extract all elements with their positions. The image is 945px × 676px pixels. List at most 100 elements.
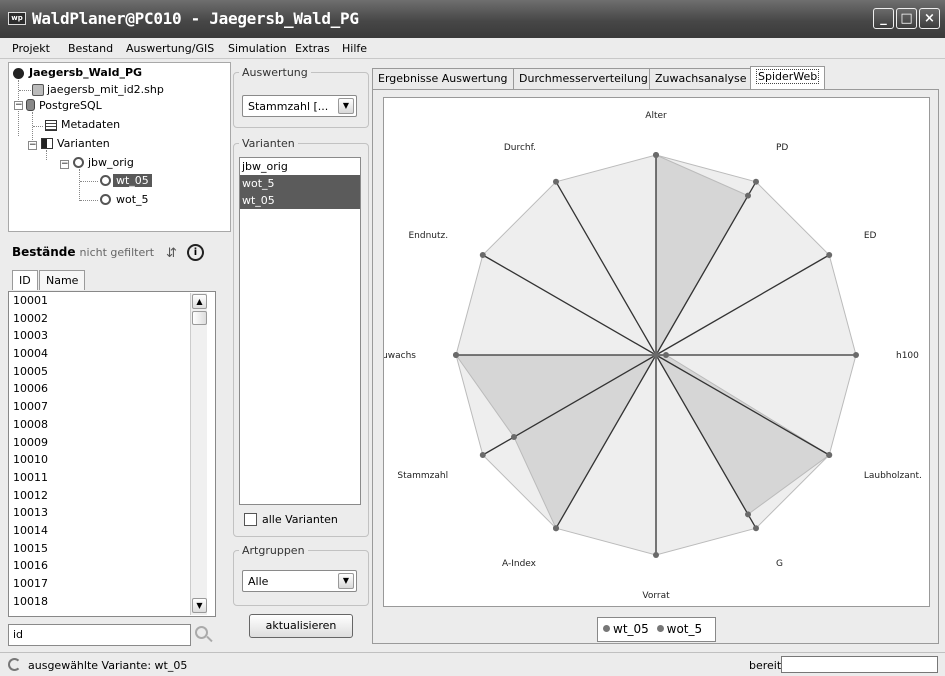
tree-variant-wt05[interactable]: wt_05 bbox=[113, 174, 152, 187]
auswertung-label: Auswertung bbox=[239, 66, 311, 79]
axis-label: Zuwachs bbox=[384, 351, 416, 361]
filter-status: nicht gefiltert bbox=[79, 246, 155, 259]
bestand-id-row[interactable]: 10017 bbox=[9, 575, 215, 593]
axis-label: Laubholzant. bbox=[864, 471, 922, 481]
spider-chart: Alter PD ED h100 Laubholzant. G Vorrat A-Index S… bbox=[376, 97, 930, 607]
bestand-id-row[interactable]: 10009 bbox=[9, 434, 215, 452]
tree-postgres[interactable]: PostgreSQL bbox=[39, 99, 102, 112]
menu-hilfe[interactable]: Hilfe bbox=[342, 42, 367, 55]
point-wot_5-G bbox=[753, 525, 759, 532]
bestand-id-row[interactable]: 10008 bbox=[9, 416, 215, 434]
axis-label: Vorrat bbox=[642, 591, 670, 601]
close-button[interactable]: × bbox=[919, 8, 940, 29]
tree-root[interactable]: Jaegersb_Wald_PG bbox=[29, 66, 142, 79]
project-tree: Jaegersb_Wald_PG jaegersb_mit_id2.shp − … bbox=[8, 62, 231, 232]
alle-varianten-label: alle Varianten bbox=[262, 513, 338, 526]
bestand-id-list[interactable]: 10001 10002 10003 10004 10005 10006 10007 10008… bbox=[8, 291, 216, 617]
minimize-button[interactable]: _ bbox=[873, 8, 894, 29]
chart-legend: wt_05 wot_5 bbox=[597, 617, 716, 642]
tab-ergebnisse[interactable]: Ergebnisse Auswertung bbox=[372, 68, 514, 89]
tab-durchmesser[interactable]: Durchmesserverteilung bbox=[513, 68, 654, 89]
point-wot_5-Alter bbox=[653, 152, 659, 158]
aktualisieren-button[interactable]: aktualisieren bbox=[249, 614, 353, 638]
tree-variant-orig[interactable]: jbw_orig bbox=[88, 156, 134, 169]
tab-id[interactable]: ID bbox=[12, 270, 38, 290]
auswertung-value: Stammzahl [... bbox=[248, 100, 329, 113]
point-wot_5-Durchf. bbox=[553, 178, 559, 185]
status-state: bereit bbox=[749, 659, 782, 672]
radar-svg: Alter PD ED h100 Laubholzant. G Vorrat A-Index S… bbox=[376, 111, 922, 601]
point-wt_05-PD bbox=[745, 192, 751, 199]
variant-item[interactable]: jbw_orig bbox=[240, 158, 360, 175]
collapse-varianten[interactable]: − bbox=[28, 141, 37, 150]
menu-projekt[interactable]: Projekt bbox=[12, 42, 50, 55]
axis-label: ED bbox=[864, 231, 877, 241]
chevron-down-icon[interactable]: ▼ bbox=[338, 573, 354, 589]
tab-spiderweb[interactable]: SpiderWeb bbox=[750, 66, 826, 90]
artgruppen-label: Artgruppen bbox=[239, 544, 308, 557]
menu-extras[interactable]: Extras bbox=[295, 42, 330, 55]
shapefile-icon bbox=[32, 84, 44, 96]
menu-bar: Projekt Bestand Auswertung/GIS Simulatio… bbox=[0, 38, 945, 59]
varianten-list[interactable]: jbw_orig wot_5 wt_05 bbox=[239, 157, 361, 505]
point-wt_05-G bbox=[745, 511, 751, 518]
alle-varianten-checkbox[interactable] bbox=[244, 513, 257, 526]
legend-wt05: wt_05 bbox=[613, 622, 649, 636]
collapse-postgres[interactable]: − bbox=[14, 101, 23, 110]
menu-auswertung-gis[interactable]: Auswertung/GIS bbox=[126, 42, 214, 55]
table-icon bbox=[45, 120, 57, 131]
chevron-down-icon[interactable]: ▼ bbox=[338, 98, 354, 114]
bestand-id-row[interactable]: 10005 bbox=[9, 363, 215, 381]
axis-label: Stammzahl bbox=[397, 471, 448, 481]
variant-icon bbox=[100, 194, 111, 205]
bestand-id-row[interactable]: 10010 bbox=[9, 451, 215, 469]
scroll-up-icon[interactable]: ▲ bbox=[192, 294, 207, 309]
bestand-id-row[interactable]: 10013 bbox=[9, 504, 215, 522]
artgruppen-select[interactable]: Alle ▼ bbox=[242, 570, 357, 592]
varianten-icon bbox=[41, 138, 53, 149]
point-wt_05-h100 bbox=[663, 352, 669, 358]
database-icon bbox=[26, 99, 35, 111]
menu-simulation[interactable]: Simulation bbox=[228, 42, 287, 55]
info-icon[interactable]: i bbox=[187, 244, 204, 261]
point-wot_5-Endnutz. bbox=[479, 252, 486, 258]
bestand-id-row[interactable]: 10006 bbox=[9, 380, 215, 398]
point-wot_5-PD bbox=[753, 178, 759, 185]
tree-metadaten[interactable]: Metadaten bbox=[61, 118, 120, 131]
bestand-id-row[interactable]: 10015 bbox=[9, 540, 215, 558]
bestand-id-row[interactable]: 10018 bbox=[9, 593, 215, 611]
bestand-id-row[interactable]: 10002 bbox=[9, 310, 215, 328]
variant-icon bbox=[100, 175, 111, 186]
bestand-id-row[interactable]: 10003 bbox=[9, 327, 215, 345]
bestand-id-row[interactable]: 10004 bbox=[9, 345, 215, 363]
bestand-id-row[interactable]: 10001 bbox=[9, 292, 215, 310]
scroll-thumb[interactable] bbox=[192, 311, 207, 325]
axis-label: h100 bbox=[896, 351, 919, 361]
bestaende-title: Bestände bbox=[12, 245, 76, 259]
tab-zuwachs[interactable]: Zuwachsanalyse bbox=[649, 68, 753, 89]
menu-bestand[interactable]: Bestand bbox=[68, 42, 113, 55]
auswertung-select[interactable]: Stammzahl [... ▼ bbox=[242, 95, 357, 117]
tab-name[interactable]: Name bbox=[39, 270, 86, 290]
artgruppen-value: Alle bbox=[248, 575, 269, 588]
variant-item[interactable]: wot_5 bbox=[240, 175, 360, 192]
bestand-id-row[interactable]: 10014 bbox=[9, 522, 215, 540]
legend-dot bbox=[603, 625, 610, 632]
tree-shapefile[interactable]: jaegersb_mit_id2.shp bbox=[47, 83, 164, 96]
bestaende-header: Bestände nicht gefiltert bbox=[12, 245, 154, 259]
bestand-id-row[interactable]: 10012 bbox=[9, 487, 215, 505]
bestand-id-row[interactable]: 10016 bbox=[9, 557, 215, 575]
scroll-down-icon[interactable]: ▼ bbox=[192, 598, 207, 613]
tree-variant-wot5[interactable]: wot_5 bbox=[116, 193, 149, 206]
filter-icon[interactable]: ⇵ bbox=[166, 246, 177, 261]
bestand-id-row[interactable]: 10011 bbox=[9, 469, 215, 487]
variant-item[interactable]: wt_05 bbox=[240, 192, 360, 209]
bestand-id-row[interactable]: 10007 bbox=[9, 398, 215, 416]
point-wt_05-Stammzahl bbox=[510, 434, 517, 440]
collapse-jbw-orig[interactable]: − bbox=[60, 160, 69, 169]
title-bar: wp WaldPlaner@PC010 - Jaegersb_Wald_PG _… bbox=[0, 0, 945, 38]
id-list-scrollbar[interactable]: ▲ ▼ bbox=[190, 293, 207, 615]
tree-varianten[interactable]: Varianten bbox=[57, 137, 110, 150]
search-input[interactable]: id bbox=[8, 624, 191, 646]
maximize-button[interactable]: □ bbox=[896, 8, 917, 29]
